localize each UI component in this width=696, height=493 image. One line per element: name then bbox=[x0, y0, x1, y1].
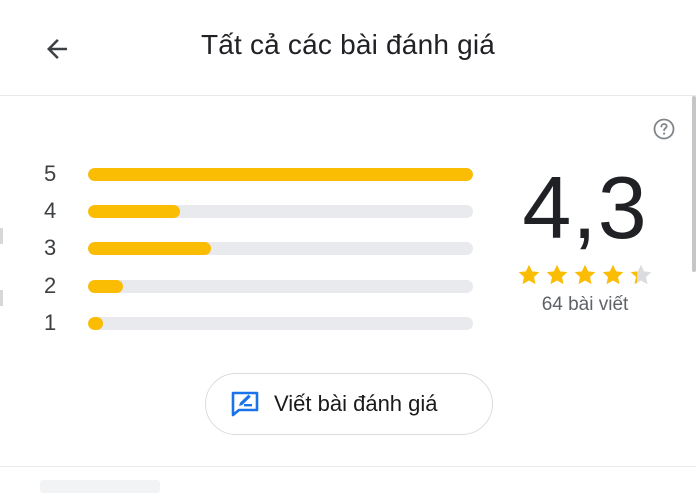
star-rating bbox=[510, 262, 660, 288]
write-review-label: Viết bài đánh giá bbox=[274, 391, 438, 416]
rating-row-label: 4 bbox=[44, 198, 57, 223]
edge-marker bbox=[0, 228, 3, 244]
rating-bar-fill bbox=[88, 279, 123, 293]
rating-bar-fill bbox=[88, 167, 473, 181]
rating-row-label: 1 bbox=[44, 310, 57, 335]
star-icon bbox=[518, 264, 540, 285]
rating-row-5: 5 bbox=[40, 158, 480, 190]
rating-row-label: 2 bbox=[44, 273, 57, 298]
star-icon bbox=[630, 264, 652, 285]
write-review-button[interactable]: Viết bài đánh giá bbox=[205, 373, 493, 435]
rating-bar-track bbox=[88, 316, 473, 330]
edge-marker bbox=[0, 290, 3, 306]
header: Tất cả các bài đánh giá bbox=[0, 0, 696, 96]
scrollbar[interactable] bbox=[692, 96, 696, 272]
rating-bar-fill bbox=[88, 204, 181, 218]
rate-review-icon bbox=[230, 390, 260, 418]
rating-row-3: 3 bbox=[40, 232, 480, 264]
star-icon bbox=[602, 264, 624, 285]
rating-bar-track bbox=[88, 167, 473, 181]
rating-bar-track bbox=[88, 204, 473, 218]
star-icon bbox=[546, 264, 568, 285]
page-title: Tất cả các bài đánh giá bbox=[200, 29, 496, 60]
help-circle-icon bbox=[653, 118, 675, 140]
rating-summary: 4,3 64 bài viết bbox=[510, 160, 660, 316]
rating-row-2: 2 bbox=[40, 270, 480, 302]
help-button[interactable] bbox=[652, 117, 676, 141]
rating-bar-fill bbox=[88, 241, 212, 255]
rating-bar-fill bbox=[88, 316, 104, 330]
rating-bar-track bbox=[88, 279, 473, 293]
review-count: 64 bài viết bbox=[541, 294, 629, 315]
rating-row-4: 4 bbox=[40, 195, 480, 227]
rating-row-1: 1 bbox=[40, 307, 480, 339]
star-icon bbox=[574, 264, 596, 285]
rating-row-label: 5 bbox=[44, 161, 57, 186]
rating-bar-track bbox=[88, 241, 473, 255]
section-divider bbox=[0, 466, 696, 467]
average-rating: 4,3 bbox=[522, 158, 648, 257]
next-review-preview bbox=[40, 480, 160, 493]
rating-row-label: 3 bbox=[44, 235, 57, 260]
